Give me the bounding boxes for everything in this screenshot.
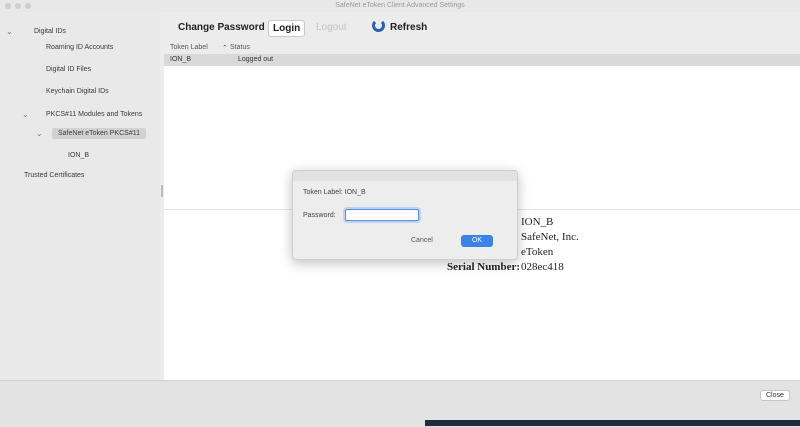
- change-password-button[interactable]: Change Password: [174, 20, 269, 35]
- serial-number-label: Serial Number:: [447, 261, 521, 273]
- serial-number-value: 028ec418: [521, 261, 564, 273]
- tree-item-pkcs11-modules[interactable]: PKCS#11 Modules and Tokens: [46, 111, 142, 118]
- chevron-down-icon[interactable]: ⌄: [36, 129, 43, 138]
- cancel-button[interactable]: Cancel: [411, 237, 433, 244]
- window-title: SafeNet eToken Client Advanced Settings: [335, 2, 465, 9]
- token-model-value: eToken: [521, 246, 554, 258]
- tree-item-roaming-id-accounts[interactable]: Roaming ID Accounts: [46, 44, 113, 51]
- refresh-button[interactable]: Refresh: [386, 20, 431, 35]
- tree-item-ion-b[interactable]: ION_B: [68, 152, 89, 159]
- table-cell-status: Logged out: [238, 56, 274, 63]
- table-cell-token: ION_B: [170, 56, 192, 63]
- login-dialog: Token Label: ION_B Password: Cancel OK: [292, 170, 518, 260]
- dock-strip: [425, 420, 800, 426]
- sidebar-tree: ⌄ Digital IDs Roaming ID Accounts Digita…: [0, 12, 161, 380]
- dialog-token-label: Token Label: ION_B: [303, 189, 366, 196]
- close-button[interactable]: Close: [760, 390, 790, 401]
- refresh-icon[interactable]: [372, 19, 385, 32]
- tree-item-trusted-certificates[interactable]: Trusted Certificates: [24, 172, 84, 179]
- password-input[interactable]: [345, 209, 419, 221]
- ok-button[interactable]: OK: [461, 235, 493, 247]
- password-label: Password:: [303, 212, 336, 219]
- tree-item-keychain-digital-ids[interactable]: Keychain Digital IDs: [46, 88, 109, 95]
- toolbar: Change Password Login Logout Refresh: [164, 12, 800, 42]
- token-name-value: ION_B: [521, 216, 554, 228]
- status-column-header[interactable]: Status: [230, 44, 250, 51]
- tree-item-digital-ids[interactable]: Digital IDs: [34, 28, 66, 35]
- token-label-column-header[interactable]: Token Label: [170, 44, 208, 51]
- tree-item-safenet-pkcs11[interactable]: SafeNet eToken PKCS#11: [52, 128, 146, 139]
- dialog-titlebar: [293, 171, 517, 181]
- splitter-handle[interactable]: [161, 185, 163, 197]
- token-manufacturer-value: SafeNet, Inc.: [521, 231, 579, 243]
- chevron-down-icon[interactable]: ⌄: [22, 110, 29, 119]
- tree-item-digital-id-files[interactable]: Digital ID Files: [46, 66, 91, 73]
- logout-button[interactable]: Logout: [312, 20, 351, 35]
- table-row[interactable]: ION_B Logged out: [164, 54, 800, 66]
- filter-row: Token Label ⌃ Status: [164, 42, 800, 54]
- chevron-down-icon[interactable]: ⌄: [6, 27, 13, 36]
- sort-icon: ⌃: [222, 45, 228, 52]
- login-button[interactable]: Login: [268, 20, 306, 37]
